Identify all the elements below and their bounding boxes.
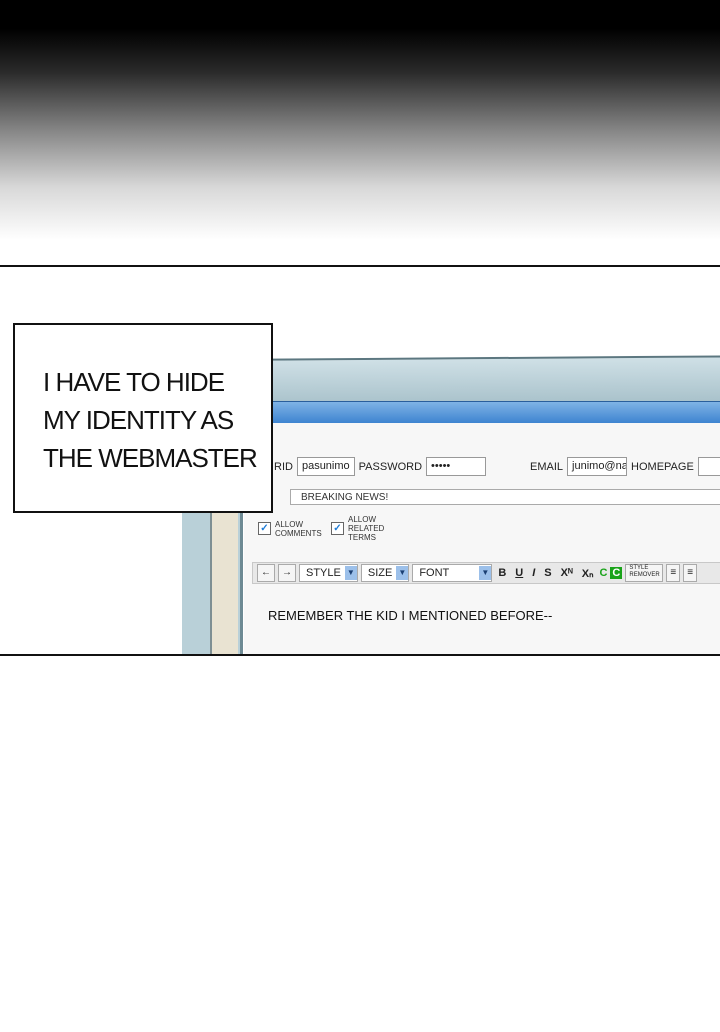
allow-comments-option[interactable]: ✓ ALLOW COMMENTS (258, 515, 322, 542)
subscript-button[interactable]: Xₙ (579, 567, 597, 580)
checkbox-checked-icon[interactable]: ✓ (258, 522, 271, 535)
caption-line: THE WEBMASTER (43, 443, 258, 473)
style-select[interactable]: STYLE ▼ (299, 564, 358, 582)
monitor-bezel (270, 355, 720, 405)
superscript-button[interactable]: Xᴺ (558, 567, 576, 579)
redo-arrow-icon[interactable]: → (278, 564, 296, 582)
underline-button[interactable]: U (512, 567, 526, 579)
monitor-frame (182, 502, 243, 654)
chevron-down-icon: ▼ (344, 566, 357, 580)
bg-color-button[interactable]: C (610, 567, 623, 579)
email-field[interactable]: junimo@na (567, 457, 628, 476)
caption-box: I HAVE TO HIDE MY IDENTITY AS THE WEBMAS… (13, 323, 273, 513)
font-select[interactable]: FONT ▼ (412, 564, 493, 582)
align-center-icon[interactable]: ≡ (683, 564, 698, 582)
homepage-label: HOMEPAGE (631, 460, 694, 473)
comic-panel: RID pasunimo PASSWORD ••••• EMAIL junimo… (0, 265, 720, 656)
text-color-button[interactable]: C (599, 567, 607, 579)
options-row: ✓ ALLOW COMMENTS ✓ ALLOW RELATED TERMS (258, 515, 408, 542)
password-field[interactable]: ••••• (426, 457, 487, 476)
bold-button[interactable]: B (495, 567, 509, 579)
password-label: PASSWORD (358, 460, 423, 473)
subject-field[interactable]: BREAKING NEWS! (290, 489, 720, 505)
italic-button[interactable]: I (529, 567, 538, 579)
homepage-field[interactable] (697, 457, 720, 476)
credentials-row: RID pasunimo PASSWORD ••••• EMAIL junimo… (274, 457, 720, 476)
strikethrough-button[interactable]: S (541, 567, 554, 579)
allow-related-option[interactable]: ✓ ALLOW RELATED TERMS (331, 515, 408, 542)
checkbox-checked-icon[interactable]: ✓ (331, 522, 344, 535)
caption-line: I HAVE TO HIDE (43, 367, 225, 397)
window-title-bar (230, 401, 720, 424)
email-label: EMAIL (530, 460, 564, 473)
style-remover-button[interactable]: STYLE REMOVER (625, 564, 664, 582)
caption-line: MY IDENTITY AS (43, 405, 234, 435)
editor-body-text[interactable]: REMEMBER THE KID I MENTIONED BEFORE-- (268, 608, 552, 623)
align-left-icon[interactable]: ≡ (666, 564, 681, 582)
chevron-down-icon: ▼ (479, 566, 492, 580)
allow-comments-label: ALLOW COMMENTS (275, 519, 322, 538)
allow-related-label: ALLOW RELATED TERMS (348, 515, 385, 542)
size-select[interactable]: SIZE ▼ (360, 564, 410, 582)
chevron-down-icon: ▼ (396, 566, 409, 580)
undo-arrow-icon[interactable]: ← (257, 564, 275, 582)
editor-screen: RID pasunimo PASSWORD ••••• EMAIL junimo… (244, 423, 720, 654)
editor-toolbar: ← → STYLE ▼ SIZE ▼ FONT ▼ B U I S Xᴺ Xₙ C C… (252, 562, 720, 584)
top-gradient (0, 0, 720, 240)
id-label: RID (274, 460, 293, 473)
id-field[interactable]: pasunimo (296, 457, 355, 476)
